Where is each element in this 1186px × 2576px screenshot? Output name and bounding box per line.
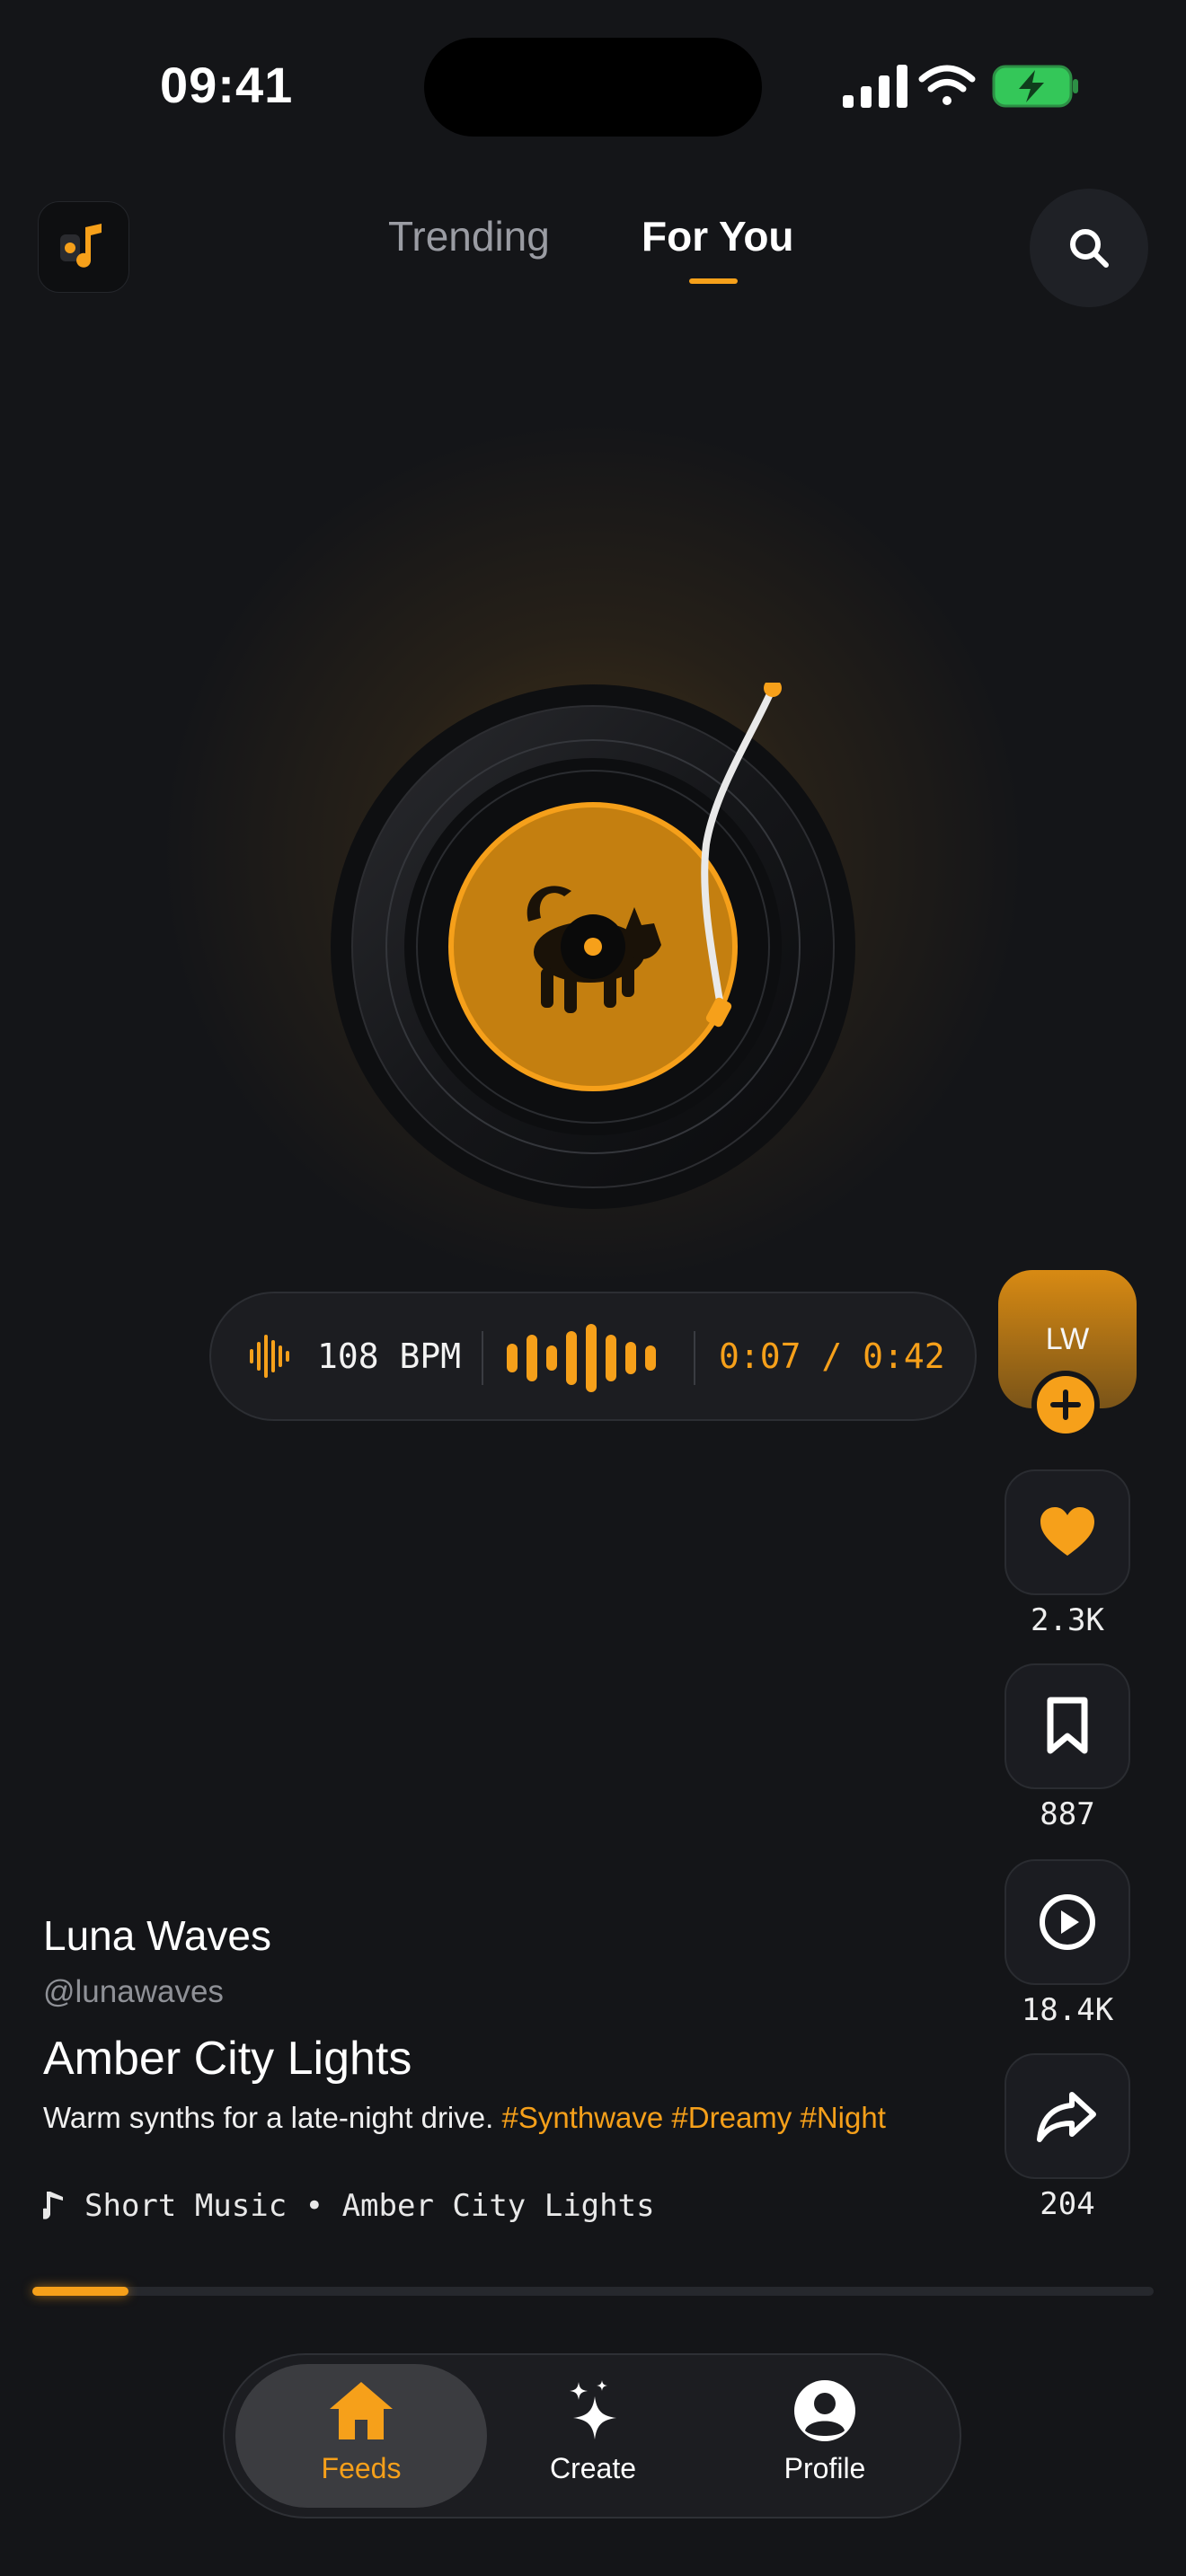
- like-count: 2.3K: [1031, 1602, 1104, 1638]
- search-icon: [1070, 229, 1109, 268]
- track-title: Amber City Lights: [43, 2033, 412, 2085]
- home-icon: [330, 2382, 393, 2439]
- battery-icon: [992, 65, 1078, 108]
- nav-label: Create: [549, 2452, 637, 2484]
- playback-time: 0:07 / 0:42: [719, 1337, 945, 1376]
- plus-icon: [1050, 1389, 1081, 1420]
- save-count: 887: [1040, 1796, 1095, 1832]
- share-count: 204: [1040, 2186, 1095, 2222]
- nav-item-feeds[interactable]: Feeds: [253, 2378, 469, 2485]
- bpm-label: 108 BPM: [317, 1337, 462, 1376]
- app-music-icon: [60, 224, 102, 268]
- play-count: 18.4K: [1021, 1992, 1114, 2028]
- plays-button[interactable]: [1005, 1859, 1130, 1985]
- wifi-icon: [918, 65, 976, 105]
- sparkle-icon: [570, 2380, 616, 2439]
- description-text: Warm synths for a late-night drive.: [43, 2101, 494, 2134]
- hashtag[interactable]: #Dreamy: [671, 2101, 792, 2134]
- nav-label: Profile: [783, 2452, 866, 2484]
- hashtag[interactable]: #Synthwave: [501, 2101, 663, 2134]
- track-description: Warm synths for a late-night drive. #Syn…: [43, 2100, 906, 2135]
- heart-icon: [1040, 1507, 1094, 1556]
- save-button[interactable]: [1005, 1663, 1130, 1789]
- signal-icon: [843, 65, 907, 108]
- play-icon: [1040, 1894, 1095, 1950]
- nav-item-create[interactable]: Create: [485, 2378, 701, 2485]
- hashtag[interactable]: #Night: [800, 2101, 885, 2134]
- bookmark-icon: [1047, 1697, 1088, 1754]
- vinyl-record-icon[interactable]: [329, 683, 857, 1211]
- dynamic-island: [424, 38, 762, 137]
- active-tab-indicator: [689, 278, 738, 284]
- tab-for-you[interactable]: For You: [642, 212, 794, 260]
- follow-button[interactable]: [1031, 1371, 1100, 1439]
- audio-visualizer: [507, 1324, 656, 1392]
- pill-divider: [694, 1331, 695, 1385]
- status-time: 09:41: [160, 57, 294, 113]
- nav-label: Feeds: [321, 2452, 402, 2484]
- share-button[interactable]: [1005, 2053, 1130, 2179]
- artist-handle[interactable]: @lunawaves: [43, 1974, 224, 2010]
- playback-progress-fill: [32, 2287, 129, 2296]
- search-button[interactable]: [1030, 189, 1148, 307]
- share-icon: [1037, 2092, 1096, 2142]
- pill-divider: [482, 1331, 483, 1385]
- tab-trending[interactable]: Trending: [388, 212, 550, 260]
- waveform-icon: [250, 1335, 289, 1378]
- music-source-label: Short Music • Amber City Lights: [84, 2188, 655, 2224]
- like-button[interactable]: [1005, 1469, 1130, 1595]
- playback-progress-track[interactable]: [32, 2287, 1154, 2296]
- status-icons: [843, 65, 1078, 108]
- app-logo-button[interactable]: [38, 201, 129, 293]
- artist-name[interactable]: Luna Waves: [43, 1911, 271, 1960]
- music-note-icon: [43, 2192, 63, 2219]
- nav-item-profile[interactable]: Profile: [717, 2378, 933, 2485]
- profile-icon: [794, 2380, 855, 2441]
- music-source[interactable]: Short Music • Amber City Lights: [43, 2188, 655, 2224]
